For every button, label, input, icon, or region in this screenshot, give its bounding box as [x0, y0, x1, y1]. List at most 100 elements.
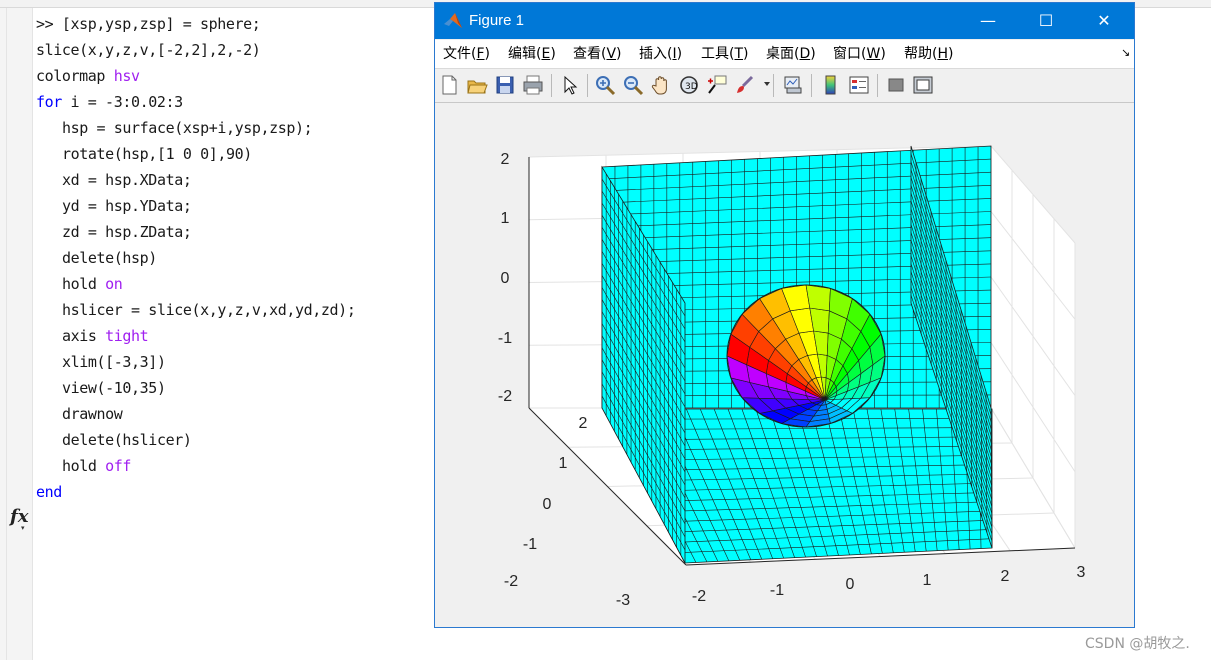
- code-text: view(-10,35): [62, 379, 166, 397]
- pan-hand-icon[interactable]: [650, 74, 672, 96]
- code-text: yd = hsp.YData;: [62, 197, 192, 215]
- fx-dropdown-icon[interactable]: ▾: [21, 524, 25, 532]
- code-text: i = -3:0.02:3: [61, 93, 184, 111]
- dock-arrow-icon[interactable]: ↘: [1121, 46, 1130, 59]
- zoom-in-icon[interactable]: [594, 74, 616, 96]
- z-tick-label: -1: [498, 330, 512, 347]
- hide-plot-tools-icon[interactable]: [885, 74, 907, 96]
- code-text: hold: [62, 457, 106, 475]
- x-tick-label: 2: [1001, 568, 1010, 585]
- menu-e[interactable]: 编辑(E): [508, 40, 556, 68]
- code-line: hold on: [36, 271, 355, 297]
- x-tick-label: -1: [770, 582, 784, 599]
- z-tick-label: 0: [501, 270, 510, 287]
- link-plot-icon[interactable]: [782, 74, 804, 96]
- code-text: zd = hsp.ZData;: [62, 223, 192, 241]
- legend-icon[interactable]: [848, 74, 870, 96]
- menu-w[interactable]: 窗口(W): [833, 40, 886, 68]
- code-line: view(-10,35): [36, 375, 355, 401]
- code-text: hslicer = slice(x,y,z,v,xd,yd,zd);: [62, 301, 356, 319]
- y-tick-label: 0: [543, 496, 552, 513]
- code-text: axis: [62, 327, 106, 345]
- zoom-out-icon[interactable]: [622, 74, 644, 96]
- close-button[interactable]: ✕: [1075, 3, 1133, 39]
- code-line: hsp = surface(xsp+i,ysp,zsp);: [36, 115, 355, 141]
- sphere-slice: [726, 284, 886, 428]
- code-keyword: for: [36, 93, 62, 111]
- csdn-watermark: CSDN @胡牧之.: [1085, 636, 1190, 652]
- code-line: colormap hsv: [36, 63, 355, 89]
- code-text: delete(hsp): [62, 249, 157, 267]
- code-text: hsp = surface(xsp+i,ysp,zsp);: [62, 119, 313, 137]
- x-tick-label: 1: [923, 572, 932, 589]
- y-tick-label: -1: [523, 536, 537, 553]
- code-line: axis tight: [36, 323, 355, 349]
- code-line: yd = hsp.YData;: [36, 193, 355, 219]
- new-figure-icon[interactable]: [438, 74, 460, 96]
- code-text: >> [xsp,ysp,zsp] = sphere;: [36, 15, 261, 33]
- figure-toolbar: 3D: [435, 69, 1134, 103]
- code-line: rotate(hsp,[1 0 0],90): [36, 141, 355, 167]
- x-tick-label: 3: [1077, 564, 1086, 581]
- menu-h[interactable]: 帮助(H): [904, 40, 953, 68]
- code-text: drawnow: [62, 405, 123, 423]
- code-string: hsv: [113, 67, 140, 85]
- minimize-button[interactable]: —: [959, 3, 1017, 39]
- code-line: zd = hsp.ZData;: [36, 219, 355, 245]
- menu-v[interactable]: 查看(V): [573, 40, 622, 68]
- x-tick-label: -3: [616, 592, 630, 609]
- edit-plot-arrow-icon[interactable]: [559, 74, 581, 96]
- y-tick-label: 1: [559, 455, 568, 472]
- z-tick-label: -2: [498, 388, 512, 405]
- print-icon[interactable]: [522, 74, 544, 96]
- code-text: rotate(hsp,[1 0 0],90): [62, 145, 252, 163]
- command-window-gutter: [0, 8, 33, 660]
- sphere-patch: [805, 284, 831, 312]
- code-line: hold off: [36, 453, 355, 479]
- matlab-logo-icon: [444, 13, 462, 28]
- code-text: colormap: [36, 67, 114, 85]
- code-keyword: end: [36, 483, 62, 501]
- code-string: tight: [105, 327, 149, 345]
- code-line: drawnow: [36, 401, 355, 427]
- figure-title: Figure 1: [469, 12, 525, 29]
- code-line: for i = -3:0.02:3: [36, 89, 355, 115]
- code-line: delete(hslicer): [36, 427, 355, 453]
- figure-titlebar[interactable]: Figure 1 — ☐ ✕: [435, 3, 1134, 39]
- save-icon[interactable]: [494, 74, 516, 96]
- z-tick-label: 1: [501, 210, 510, 227]
- code-text: xd = hsp.XData;: [62, 171, 192, 189]
- command-window-code: >> [xsp,ysp,zsp] = sphere; slice(x,y,z,v,…: [36, 11, 356, 505]
- y-tick-label: -2: [504, 573, 518, 590]
- menu-f[interactable]: 文件(F): [443, 40, 490, 68]
- code-text: delete(hslicer): [62, 431, 192, 449]
- code-string: off: [105, 457, 132, 475]
- menu-i[interactable]: 插入(I): [639, 40, 682, 68]
- code-line: >> [xsp,ysp,zsp] = sphere;: [36, 11, 355, 37]
- rotate-3d-icon[interactable]: 3D: [678, 74, 700, 96]
- code-text: xlim([-3,3]): [62, 353, 166, 371]
- figure-menubar: ↘ 文件(F) 编辑(E) 查看(V) 插入(I) 工具(T) 桌面(D) 窗口(W) 帮助(…: [435, 40, 1134, 69]
- open-file-icon[interactable]: [466, 74, 488, 96]
- figure-window[interactable]: Figure 1 — ☐ ✕ ↘ 文件(F) 编辑(E) 查看(V) 插入(I) 工具(…: [434, 2, 1135, 628]
- code-line: xd = hsp.XData;: [36, 167, 355, 193]
- show-plot-tools-icon[interactable]: [912, 74, 934, 96]
- brush-icon[interactable]: [734, 74, 756, 96]
- code-line: delete(hsp): [36, 245, 355, 271]
- menu-d[interactable]: 桌面(D): [766, 40, 816, 68]
- code-line: end: [36, 479, 355, 505]
- colorbar-icon[interactable]: [820, 74, 842, 96]
- code-string: on: [105, 275, 123, 293]
- y-tick-label: 2: [579, 415, 588, 432]
- code-line: xlim([-3,3]): [36, 349, 355, 375]
- maximize-button[interactable]: ☐: [1017, 3, 1075, 39]
- z-tick-label: 2: [501, 151, 510, 168]
- code-line: slice(x,y,z,v,[-2,2],2,-2): [36, 37, 355, 63]
- code-text: slice(x,y,z,v,[-2,2],2,-2): [36, 41, 261, 59]
- menu-t[interactable]: 工具(T): [701, 40, 749, 68]
- fx-prompt-icon[interactable]: fx: [10, 506, 28, 527]
- x-tick-label: -2: [692, 588, 706, 605]
- data-cursor-icon[interactable]: [706, 74, 728, 96]
- figure-plot-canvas[interactable]: 2 1 0 -1 -2 -2 -1 0 1 2 -3 -2 -1 0 1 2 3: [435, 103, 1134, 627]
- code-text: hold: [62, 275, 106, 293]
